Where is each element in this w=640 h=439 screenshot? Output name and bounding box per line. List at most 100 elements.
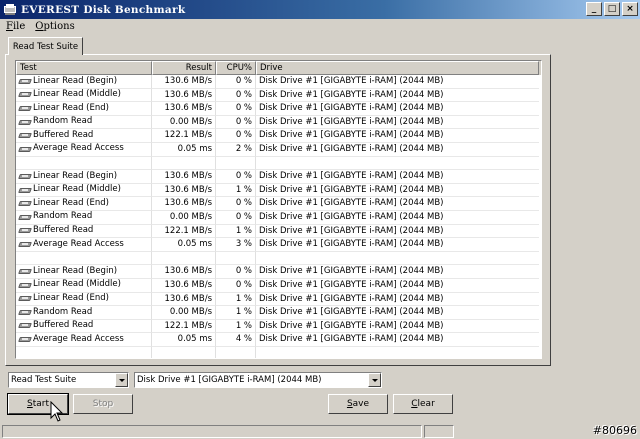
cell-drive: Disk Drive #1 [GIGABYTE i-RAM] (2044 MB) [256, 293, 539, 307]
table-row[interactable] [16, 346, 541, 358]
cell-test-label: Average Read Access [33, 238, 124, 249]
table-row[interactable]: Linear Read (End) 130.6 MB/s 1 % Disk Drive… [16, 292, 541, 307]
suite-select-dropdown-button[interactable] [115, 373, 128, 387]
cell-cpu: 2 % [216, 142, 256, 157]
save-button[interactable]: Save [328, 394, 388, 414]
cell-result: 130.6 MB/s [152, 278, 216, 293]
title-bar[interactable]: EVEREST Disk Benchmark _ □ × [0, 0, 640, 19]
status-pane-main [2, 425, 422, 438]
maximize-icon: □ [607, 3, 617, 14]
results-list[interactable]: Test Result CPU% Drive Linear Read (Begi… [15, 60, 542, 359]
disk-drive-icon [18, 322, 32, 329]
minimize-button[interactable]: _ [586, 2, 602, 16]
disk-drive-icon [18, 336, 32, 343]
cell-cpu: 0 % [216, 102, 256, 116]
menu-options[interactable]: Options [35, 21, 74, 32]
status-pane-small [424, 425, 454, 438]
cell-result: 0.05 ms [152, 333, 216, 347]
cell-test-label: Linear Read (Begin) [33, 265, 118, 276]
table-row[interactable]: Random Read 0.00 MB/s 0 % Disk Drive #1 [GI… [16, 210, 541, 225]
table-row[interactable]: Average Read Access 0.05 ms 3 % Disk Drive … [16, 238, 541, 252]
cell-test-label: Buffered Read [33, 129, 94, 140]
chevron-down-icon [118, 378, 125, 382]
table-row[interactable]: Linear Read (End) 130.6 MB/s 0 % Disk Drive… [16, 102, 541, 116]
cell-result: 130.6 MB/s [152, 75, 216, 89]
cell-test: Linear Read (End) [16, 197, 152, 211]
chevron-down-icon [371, 378, 378, 382]
table-row[interactable]: Buffered Read 122.1 MB/s 1 % Disk Drive #1 … [16, 224, 541, 239]
cell-test-label: Linear Read (End) [33, 293, 109, 303]
cell-test: Random Read [16, 306, 152, 320]
window-title: EVEREST Disk Benchmark [21, 3, 186, 16]
column-header-cpu[interactable]: CPU% [216, 61, 256, 75]
disk-drive-icon [18, 78, 32, 85]
column-header-test[interactable]: Test [16, 61, 152, 75]
table-row[interactable]: Average Read Access 0.05 ms 2 % Disk Drive … [16, 142, 541, 157]
drive-select-dropdown-button[interactable] [368, 373, 381, 387]
cell-test: Buffered Read [16, 129, 152, 143]
cell-result [152, 346, 216, 358]
cell-result [152, 156, 216, 171]
table-row[interactable] [16, 251, 541, 266]
cell-result: 122.1 MB/s [152, 129, 216, 143]
cell-cpu: 1 % [216, 319, 256, 334]
cell-cpu [216, 346, 256, 358]
table-row[interactable]: Buffered Read 122.1 MB/s 1 % Disk Drive #1 … [16, 319, 541, 334]
list-header: Test Result CPU% Drive [16, 61, 541, 75]
everest-app-icon[interactable] [3, 3, 17, 17]
table-row[interactable] [16, 156, 541, 171]
window-controls: _ □ × [584, 2, 638, 16]
cell-test-label: Buffered Read [33, 320, 94, 331]
disk-drive-icon [18, 268, 32, 275]
table-row[interactable]: Linear Read (Begin) 130.6 MB/s 0 % Disk Dri… [16, 170, 541, 184]
cell-drive: Disk Drive #1 [GIGABYTE i-RAM] (2044 MB) [256, 89, 539, 103]
cell-result: 130.6 MB/s [152, 197, 216, 211]
cell-drive: Disk Drive #1 [GIGABYTE i-RAM] (2044 MB) [256, 197, 539, 211]
table-row[interactable]: Average Read Access 0.05 ms 4 % Disk Drive … [16, 333, 541, 347]
table-row[interactable]: Buffered Read 122.1 MB/s 0 % Disk Drive #1 … [16, 129, 541, 143]
cell-drive: Disk Drive #1 [GIGABYTE i-RAM] (2044 MB) [256, 116, 539, 130]
cell-result: 0.00 MB/s [152, 210, 216, 225]
disk-drive-icon [18, 214, 32, 221]
table-row[interactable]: Linear Read (Middle) 130.6 MB/s 0 % Disk Dr… [16, 278, 541, 293]
table-row[interactable]: Linear Read (Middle) 130.6 MB/s 0 % Disk Dr… [16, 88, 541, 103]
table-row[interactable]: Linear Read (Begin) 130.6 MB/s 0 % Disk Dri… [16, 75, 541, 89]
menu-file[interactable]: File [6, 21, 25, 32]
cell-result: 122.1 MB/s [152, 319, 216, 334]
cell-test-label: Random Read [33, 306, 93, 317]
cell-cpu: 0 % [216, 265, 256, 279]
table-row[interactable]: Linear Read (Middle) 130.6 MB/s 1 % Disk Dr… [16, 183, 541, 198]
minimize-icon: _ [591, 3, 597, 14]
cell-cpu [216, 156, 256, 171]
cell-result: 130.6 MB/s [152, 170, 216, 184]
table-row[interactable]: Random Read 0.00 MB/s 1 % Disk Drive #1 [GI… [16, 306, 541, 320]
stop-button[interactable]: Stop [73, 394, 133, 414]
cell-test: Buffered Read [16, 319, 152, 334]
drive-select[interactable]: Disk Drive #1 [GIGABYTE i-RAM] (2044 MB) [134, 372, 382, 388]
table-row[interactable]: Linear Read (End) 130.6 MB/s 0 % Disk Drive… [16, 197, 541, 211]
tab-read-test-suite[interactable]: Read Test Suite [8, 37, 83, 55]
close-button[interactable]: × [622, 2, 638, 16]
maximize-button[interactable]: □ [604, 2, 620, 16]
cell-test: Linear Read (Middle) [16, 88, 152, 103]
table-row[interactable]: Random Read 0.00 MB/s 0 % Disk Drive #1 [GI… [16, 115, 541, 130]
cell-test-label: Average Read Access [33, 333, 124, 344]
suite-select[interactable]: Read Test Suite [8, 372, 129, 388]
cell-cpu: 4 % [216, 333, 256, 347]
cell-drive: Disk Drive #1 [GIGABYTE i-RAM] (2044 MB) [256, 75, 539, 89]
clear-button[interactable]: Clear [393, 394, 453, 414]
cell-result: 122.1 MB/s [152, 224, 216, 239]
column-header-result[interactable]: Result [152, 61, 216, 75]
cell-drive [256, 252, 539, 266]
menu-bar: File Options [0, 19, 640, 33]
table-row[interactable]: Linear Read (Begin) 130.6 MB/s 0 % Disk Dri… [16, 265, 541, 279]
cell-test: Buffered Read [16, 224, 152, 239]
list-body: Linear Read (Begin) 130.6 MB/s 0 % Disk Dri… [16, 75, 541, 358]
cell-test-label: Linear Read (Begin) [33, 170, 118, 181]
cell-test: Random Read [16, 210, 152, 225]
cell-cpu: 0 % [216, 278, 256, 293]
cell-result: 130.6 MB/s [152, 102, 216, 116]
column-header-drive[interactable]: Drive [256, 61, 539, 75]
cell-cpu: 0 % [216, 197, 256, 211]
cell-drive [256, 157, 539, 171]
